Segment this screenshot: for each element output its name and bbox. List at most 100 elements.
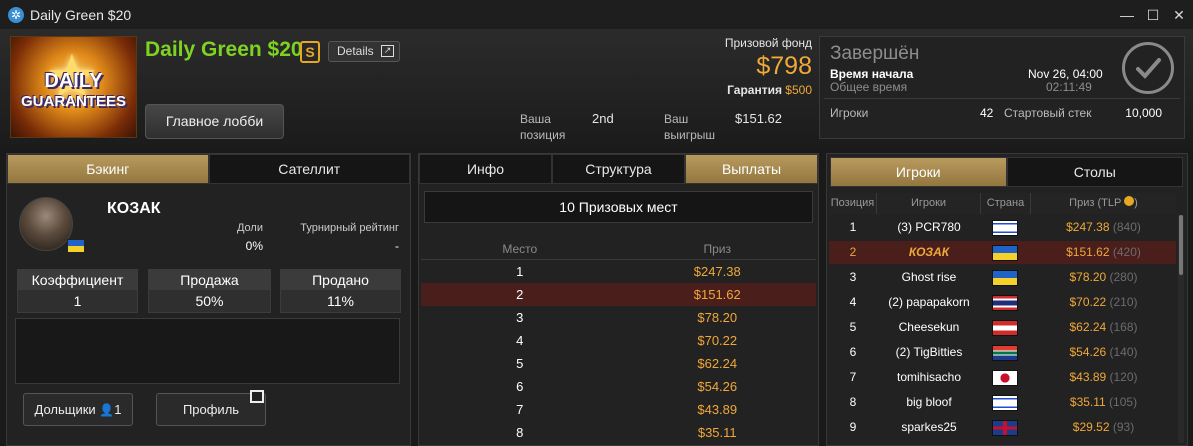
player-row[interactable]: 5 Cheesekun $62.24 (168) — [829, 316, 1176, 339]
position-cell: 7 — [849, 370, 857, 384]
table-row: 5 $62.24 — [421, 352, 816, 375]
player-name-cell: sparkes25 — [901, 420, 957, 434]
player-name: КОЗАК — [107, 200, 161, 217]
daily-guarantees-logo: ★ DAILY GUARANTEES — [10, 36, 137, 138]
thailand-flag-icon — [992, 295, 1018, 311]
tlp-coin-icon — [1124, 196, 1135, 206]
details-button[interactable]: Details ↗ — [328, 41, 400, 62]
col-prize-label: Приз (TLP — [1069, 197, 1122, 209]
prize-cell: $62.24 (168) — [1031, 316, 1176, 339]
place-cell: 6 — [516, 379, 524, 394]
prize-cell: $35.11 — [697, 425, 737, 440]
tlp-value: (280) — [1109, 270, 1138, 284]
avatar — [19, 197, 73, 251]
position-cell: 2 — [849, 245, 857, 259]
tab-structure[interactable]: Структура — [552, 154, 685, 184]
prize-cell: $78.20 (280) — [1031, 266, 1176, 289]
sold-value: 11% — [327, 293, 354, 309]
table-header: Место Приз — [421, 238, 816, 260]
sale-value: 50% — [195, 293, 224, 309]
backing-empty-area — [15, 318, 400, 384]
player-row[interactable]: 4 (2) papapakorn $70.22 (210) — [829, 291, 1176, 314]
prize-amount: $247.38 — [1066, 220, 1110, 234]
place-cell: 2 — [516, 287, 524, 302]
guarantee: Гарантия $500 — [700, 83, 812, 97]
player-row[interactable]: 1 (3) PCR780 $247.38 (840) — [829, 216, 1176, 239]
country-cell — [981, 241, 1031, 264]
prize-cell: $54.26 (140) — [1031, 341, 1176, 364]
external-link-icon: ↗ — [381, 45, 394, 57]
prize-cell: $151.62 — [693, 287, 741, 302]
tlp-value: (420) — [1112, 245, 1141, 259]
close-icon[interactable]: ✕ — [1167, 4, 1191, 26]
player-row-selected[interactable]: 2 КОЗАК $151.62 (420) — [829, 241, 1176, 264]
ukraine-flag-icon — [992, 245, 1018, 261]
title-bar: ✲ Daily Green $20 — ☐ ✕ — [0, 0, 1193, 30]
tab-info[interactable]: Инфо — [419, 154, 552, 184]
tab-payouts[interactable]: Выплаты — [685, 154, 818, 184]
prize-cell: $43.89 — [697, 402, 738, 417]
israel-flag-icon — [992, 220, 1018, 236]
player-name-cell: Cheesekun — [898, 320, 960, 334]
country-cell — [981, 316, 1031, 339]
backers-button[interactable]: Дольщики 👤1 — [23, 393, 133, 426]
south-africa-flag-icon — [992, 345, 1018, 361]
main-lobby-button[interactable]: Главное лобби — [145, 104, 284, 139]
uk-flag-icon — [992, 420, 1018, 436]
position-cell: 9 — [849, 420, 857, 434]
country-cell — [981, 366, 1031, 389]
col-position-header[interactable]: Позиция — [829, 193, 877, 214]
starting-stack-value: 10,000 — [1125, 106, 1162, 120]
col-prize-header[interactable]: Приз (TLP ) — [1031, 193, 1176, 214]
col-player-header[interactable]: Игроки — [877, 193, 981, 214]
position-cell: 4 — [849, 295, 857, 309]
backers-count: 1 — [114, 402, 122, 417]
prize-amount: $78.20 — [1069, 270, 1107, 284]
shares-label: Доли — [236, 222, 263, 234]
players-value: 42 — [980, 106, 994, 120]
tournament-name: Daily Green $20 — [145, 38, 303, 61]
sale-label: Продажа — [149, 270, 270, 290]
logo-line-2: GUARANTEES — [20, 93, 126, 110]
status-title: Завершён — [830, 43, 920, 64]
table-row: 7 $43.89 — [421, 398, 816, 421]
tlp-value: (105) — [1109, 395, 1138, 409]
player-row[interactable]: 9 sparkes25 $29.52 (93) — [829, 416, 1176, 439]
prize-amount: $29.52 — [1072, 420, 1110, 434]
position-cell: 6 — [849, 345, 857, 359]
players-label: Игроки — [830, 106, 869, 120]
coefficient-value: 1 — [73, 293, 82, 309]
sold-label: Продано — [281, 270, 400, 290]
winnings-label: Ваш выигрыш — [664, 112, 716, 142]
tab-backing[interactable]: Бэкинг — [7, 154, 209, 184]
col-country-header[interactable]: Страна — [981, 193, 1031, 214]
winnings-value: $151.62 — [735, 111, 782, 126]
tlp-value: (93) — [1112, 420, 1135, 434]
scrollbar-thumb[interactable] — [1179, 215, 1183, 275]
tab-satellite[interactable]: Сателлит — [208, 154, 410, 184]
sold-stat: Продано 11% — [280, 269, 401, 313]
completed-check-icon — [1122, 42, 1174, 94]
player-row[interactable]: 7 tomihisacho $43.89 (120) — [829, 366, 1176, 389]
table-row: 6 $54.26 — [421, 375, 816, 398]
rating-label: Турнирный рейтинг — [300, 222, 399, 234]
table-row: 2 $151.62 — [421, 283, 816, 306]
prize-cell: $78.20 — [697, 310, 738, 325]
table-row: 8 $35.11 — [421, 421, 816, 444]
tab-tables[interactable]: Столы — [1006, 157, 1183, 187]
prize-pool-label: Призовой фонд — [724, 36, 812, 50]
payouts-table: Место Приз 1 $247.38 2 $151.62 3 $78.20 4 $7… — [421, 238, 816, 444]
tab-players[interactable]: Игроки — [830, 157, 1007, 187]
player-row[interactable]: 8 big bloof $35.11 (105) — [829, 391, 1176, 414]
rating-value: - — [395, 239, 399, 253]
player-name-cell: tomihisacho — [896, 370, 962, 384]
tlp-value: (120) — [1109, 370, 1138, 384]
prize-cell: $151.62 (420) — [1031, 241, 1176, 264]
table-row: 1 $247.38 — [421, 260, 816, 283]
players-table-header: Позиция Игроки Страна Приз (TLP ) — [829, 193, 1176, 214]
maximize-icon[interactable]: ☐ — [1141, 4, 1165, 26]
player-row[interactable]: 6 (2) TigBitties $54.26 (140) — [829, 341, 1176, 364]
player-row[interactable]: 3 Ghost rise $78.20 (280) — [829, 266, 1176, 289]
place-cell: 1 — [516, 264, 524, 279]
minimize-icon[interactable]: — — [1115, 4, 1139, 26]
